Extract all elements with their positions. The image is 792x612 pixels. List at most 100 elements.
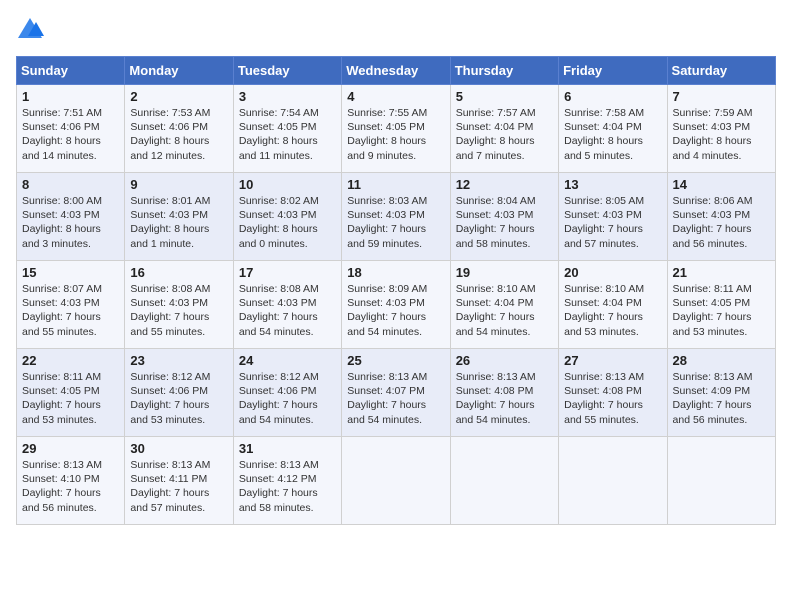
cell-info-line: Daylight: 7 hours (456, 310, 553, 324)
header-col-friday: Friday (559, 57, 667, 85)
cell-info-line: and 56 minutes. (673, 413, 770, 427)
calendar-cell: 27Sunrise: 8:13 AMSunset: 4:08 PMDayligh… (559, 349, 667, 437)
cell-info-line: Sunrise: 8:04 AM (456, 194, 553, 208)
day-number: 5 (456, 89, 553, 104)
calendar-cell: 9Sunrise: 8:01 AMSunset: 4:03 PMDaylight… (125, 173, 233, 261)
calendar-cell: 7Sunrise: 7:59 AMSunset: 4:03 PMDaylight… (667, 85, 775, 173)
cell-info-line: and 12 minutes. (130, 149, 227, 163)
cell-info-line: Daylight: 7 hours (564, 222, 661, 236)
cell-info-line: Sunset: 4:03 PM (239, 208, 336, 222)
cell-info-line: and 59 minutes. (347, 237, 444, 251)
calendar-cell (342, 437, 450, 525)
cell-info-line: Sunrise: 8:13 AM (347, 370, 444, 384)
cell-info-line: and 53 minutes. (130, 413, 227, 427)
day-number: 15 (22, 265, 119, 280)
day-number: 23 (130, 353, 227, 368)
cell-info-line: Sunset: 4:12 PM (239, 472, 336, 486)
calendar-cell: 23Sunrise: 8:12 AMSunset: 4:06 PMDayligh… (125, 349, 233, 437)
cell-info-line: Sunset: 4:08 PM (456, 384, 553, 398)
cell-info-line: Sunrise: 7:53 AM (130, 106, 227, 120)
day-number: 20 (564, 265, 661, 280)
day-number: 27 (564, 353, 661, 368)
cell-info-line: Sunset: 4:05 PM (239, 120, 336, 134)
cell-info-line: and 0 minutes. (239, 237, 336, 251)
day-number: 3 (239, 89, 336, 104)
cell-info-line: Sunset: 4:03 PM (22, 296, 119, 310)
cell-info-line: Sunrise: 8:08 AM (239, 282, 336, 296)
cell-info-line: Sunrise: 8:11 AM (22, 370, 119, 384)
calendar-table: SundayMondayTuesdayWednesdayThursdayFrid… (16, 56, 776, 525)
cell-info-line: Sunset: 4:03 PM (456, 208, 553, 222)
cell-info-line: Sunrise: 7:58 AM (564, 106, 661, 120)
week-row-4: 22Sunrise: 8:11 AMSunset: 4:05 PMDayligh… (17, 349, 776, 437)
cell-info-line: Sunrise: 8:12 AM (239, 370, 336, 384)
cell-info-line: Sunrise: 7:54 AM (239, 106, 336, 120)
cell-info-line: Sunset: 4:09 PM (673, 384, 770, 398)
cell-info-line: and 58 minutes. (456, 237, 553, 251)
cell-info-line: and 54 minutes. (347, 413, 444, 427)
day-number: 6 (564, 89, 661, 104)
day-number: 28 (673, 353, 770, 368)
cell-info-line: and 7 minutes. (456, 149, 553, 163)
calendar-cell: 30Sunrise: 8:13 AMSunset: 4:11 PMDayligh… (125, 437, 233, 525)
calendar-cell: 25Sunrise: 8:13 AMSunset: 4:07 PMDayligh… (342, 349, 450, 437)
header-col-sunday: Sunday (17, 57, 125, 85)
cell-info-line: Sunrise: 8:00 AM (22, 194, 119, 208)
cell-info-line: Sunrise: 8:06 AM (673, 194, 770, 208)
cell-info-line: Daylight: 7 hours (130, 310, 227, 324)
cell-info-line: Sunset: 4:03 PM (347, 296, 444, 310)
cell-info-line: Sunrise: 8:11 AM (673, 282, 770, 296)
cell-info-line: Sunrise: 8:10 AM (456, 282, 553, 296)
cell-info-line: and 55 minutes. (130, 325, 227, 339)
day-number: 30 (130, 441, 227, 456)
cell-info-line: Daylight: 7 hours (564, 310, 661, 324)
cell-info-line: Sunset: 4:07 PM (347, 384, 444, 398)
calendar-cell: 8Sunrise: 8:00 AMSunset: 4:03 PMDaylight… (17, 173, 125, 261)
cell-info-line: Daylight: 7 hours (239, 398, 336, 412)
day-number: 9 (130, 177, 227, 192)
cell-info-line: Daylight: 8 hours (673, 134, 770, 148)
cell-info-line: and 54 minutes. (456, 413, 553, 427)
day-number: 1 (22, 89, 119, 104)
cell-info-line: and 54 minutes. (347, 325, 444, 339)
day-number: 17 (239, 265, 336, 280)
calendar-cell (667, 437, 775, 525)
cell-info-line: and 14 minutes. (22, 149, 119, 163)
cell-info-line: Sunrise: 8:01 AM (130, 194, 227, 208)
cell-info-line: Sunset: 4:03 PM (130, 296, 227, 310)
calendar-cell: 18Sunrise: 8:09 AMSunset: 4:03 PMDayligh… (342, 261, 450, 349)
calendar-cell (559, 437, 667, 525)
cell-info-line: Sunset: 4:06 PM (130, 384, 227, 398)
calendar-cell: 22Sunrise: 8:11 AMSunset: 4:05 PMDayligh… (17, 349, 125, 437)
cell-info-line: Sunrise: 8:13 AM (130, 458, 227, 472)
calendar-cell: 11Sunrise: 8:03 AMSunset: 4:03 PMDayligh… (342, 173, 450, 261)
cell-info-line: Daylight: 8 hours (22, 222, 119, 236)
calendar-header: SundayMondayTuesdayWednesdayThursdayFrid… (17, 57, 776, 85)
calendar-cell: 20Sunrise: 8:10 AMSunset: 4:04 PMDayligh… (559, 261, 667, 349)
cell-info-line: and 55 minutes. (22, 325, 119, 339)
cell-info-line: Sunset: 4:05 PM (347, 120, 444, 134)
calendar-cell: 31Sunrise: 8:13 AMSunset: 4:12 PMDayligh… (233, 437, 341, 525)
cell-info-line: Sunset: 4:03 PM (347, 208, 444, 222)
cell-info-line: Sunset: 4:03 PM (673, 120, 770, 134)
day-number: 14 (673, 177, 770, 192)
calendar-cell: 15Sunrise: 8:07 AMSunset: 4:03 PMDayligh… (17, 261, 125, 349)
calendar-cell: 26Sunrise: 8:13 AMSunset: 4:08 PMDayligh… (450, 349, 558, 437)
header-col-monday: Monday (125, 57, 233, 85)
cell-info-line: Daylight: 8 hours (130, 134, 227, 148)
day-number: 12 (456, 177, 553, 192)
cell-info-line: Sunset: 4:06 PM (239, 384, 336, 398)
cell-info-line: and 55 minutes. (564, 413, 661, 427)
calendar-cell (450, 437, 558, 525)
calendar-body: 1Sunrise: 7:51 AMSunset: 4:06 PMDaylight… (17, 85, 776, 525)
cell-info-line: and 1 minute. (130, 237, 227, 251)
day-number: 19 (456, 265, 553, 280)
day-number: 10 (239, 177, 336, 192)
cell-info-line: Daylight: 7 hours (130, 398, 227, 412)
cell-info-line: Daylight: 8 hours (130, 222, 227, 236)
cell-info-line: Daylight: 8 hours (456, 134, 553, 148)
header-row: SundayMondayTuesdayWednesdayThursdayFrid… (17, 57, 776, 85)
cell-info-line: and 9 minutes. (347, 149, 444, 163)
cell-info-line: and 54 minutes. (239, 325, 336, 339)
cell-info-line: Sunrise: 8:09 AM (347, 282, 444, 296)
